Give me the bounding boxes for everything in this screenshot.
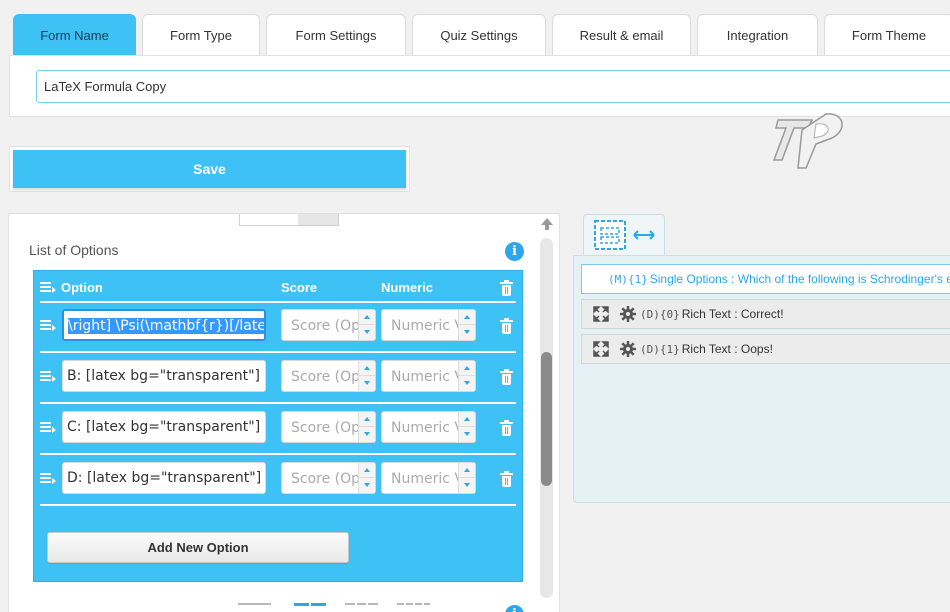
- column-numeric: Numeric: [381, 280, 434, 295]
- drag-handle-icon[interactable]: [40, 473, 56, 485]
- option-input[interactable]: D: [latex bg="transparent"] E \: [62, 462, 266, 494]
- numeric-stepper[interactable]: [458, 463, 475, 493]
- row-separator: [40, 351, 516, 353]
- info-icon-bottom[interactable]: i: [505, 605, 524, 612]
- question-item[interactable]: (D){1} Rich Text : Oops!: [581, 334, 950, 364]
- score-input[interactable]: Score (Optional): [281, 360, 376, 392]
- options-title: List of Options: [29, 242, 119, 258]
- tab-bar: Form Name Form Type Form Settings Quiz S…: [13, 14, 950, 56]
- column-score: Score: [281, 280, 318, 295]
- layout-four-column-icon[interactable]: [397, 603, 430, 611]
- gear-icon[interactable]: [620, 341, 636, 357]
- numeric-stepper[interactable]: [458, 310, 475, 340]
- tab-form-theme[interactable]: Form Theme: [824, 14, 950, 55]
- delete-option-icon[interactable]: [500, 471, 513, 487]
- delete-option-icon[interactable]: [500, 318, 513, 334]
- scrollbar-track[interactable]: [540, 238, 553, 598]
- question-item[interactable]: (M){1} Single Options : Which of the fol…: [581, 264, 950, 294]
- row-separator: [40, 504, 516, 506]
- question-text: Rich Text : Oops!: [681, 342, 773, 356]
- numeric-stepper[interactable]: [458, 361, 475, 391]
- layout-three-column-icon[interactable]: [345, 603, 378, 611]
- scrollbar-thumb[interactable]: [541, 352, 552, 486]
- form-name-input[interactable]: [36, 70, 950, 103]
- question-code: (D){1}: [640, 342, 680, 356]
- option-input[interactable]: B: [latex bg="transparent"] E \: [62, 360, 266, 392]
- tab-quiz-settings[interactable]: Quiz Settings: [412, 14, 546, 55]
- row-separator: [40, 453, 516, 455]
- expand-icon[interactable]: [593, 341, 609, 357]
- row-separator: [40, 402, 516, 404]
- option-input[interactable]: C: [latex bg="transparent"] E \: [62, 411, 266, 443]
- option-text-selected: \right] \Psi(\mathbf{r})[/latex: [68, 318, 264, 334]
- question-code: (D){0}: [640, 307, 680, 321]
- drag-handle-icon[interactable]: [40, 422, 56, 434]
- gear-icon[interactable]: [620, 306, 636, 322]
- numeric-input[interactable]: Numeric Value: [381, 462, 476, 494]
- layout-one-column-icon[interactable]: [238, 603, 271, 611]
- score-input[interactable]: Score (Optional): [281, 411, 376, 443]
- score-input[interactable]: Score (Optional): [281, 462, 376, 494]
- drag-handle-icon[interactable]: [40, 371, 56, 383]
- drag-handle-icon[interactable]: [40, 320, 56, 332]
- brand-logo-icon: [772, 113, 843, 169]
- numeric-input[interactable]: Numeric Value: [381, 360, 476, 392]
- layout-two-column-icon[interactable]: [294, 603, 327, 611]
- options-header: Option Score Numeric: [34, 271, 522, 305]
- numeric-input[interactable]: Numeric Value: [381, 411, 476, 443]
- tab-form-settings[interactable]: Form Settings: [266, 14, 406, 55]
- question-view-tab[interactable]: [583, 214, 665, 256]
- question-code: (M){1}: [608, 272, 648, 286]
- score-stepper[interactable]: [358, 463, 375, 493]
- question-text: Single Options : Which of the following …: [649, 272, 950, 286]
- layout-toggle-icon: [594, 220, 655, 250]
- option-input[interactable]: \right] \Psi(\mathbf{r})[/latex: [62, 309, 266, 341]
- info-icon[interactable]: i: [505, 242, 524, 261]
- score-input[interactable]: Score (Optional): [281, 309, 376, 341]
- tab-result-email[interactable]: Result & email: [552, 14, 691, 55]
- question-text: Rich Text : Correct!: [681, 307, 784, 321]
- expand-icon[interactable]: [593, 306, 609, 322]
- tab-form-type[interactable]: Form Type: [142, 14, 260, 55]
- save-container: Save: [9, 146, 410, 192]
- question-item[interactable]: (D){0} Rich Text : Correct!: [581, 299, 950, 329]
- options-panel: List of Options i Option Score Numeric \…: [8, 213, 560, 612]
- add-new-option-button[interactable]: Add New Option: [47, 532, 349, 563]
- save-button[interactable]: Save: [13, 150, 406, 188]
- tab-integration[interactable]: Integration: [697, 14, 818, 55]
- score-stepper[interactable]: [358, 361, 375, 391]
- score-stepper[interactable]: [358, 412, 375, 442]
- reorder-all-icon[interactable]: [40, 282, 56, 294]
- tab-form-name[interactable]: Form Name: [13, 14, 136, 55]
- score-stepper[interactable]: [358, 310, 375, 340]
- delete-all-icon[interactable]: [500, 280, 513, 296]
- question-list-panel: (M){1} Single Options : Which of the fol…: [573, 255, 950, 503]
- delete-option-icon[interactable]: [500, 369, 513, 385]
- row-separator: [40, 301, 516, 303]
- numeric-stepper[interactable]: [458, 412, 475, 442]
- delete-option-icon[interactable]: [500, 420, 513, 436]
- panel-drag-handle[interactable]: [239, 214, 339, 226]
- options-table: Option Score Numeric \right] \Psi(\mathb…: [33, 270, 523, 582]
- numeric-input[interactable]: Numeric Value: [381, 309, 476, 341]
- column-option: Option: [61, 280, 103, 295]
- scroll-up-arrow-icon[interactable]: [541, 218, 553, 232]
